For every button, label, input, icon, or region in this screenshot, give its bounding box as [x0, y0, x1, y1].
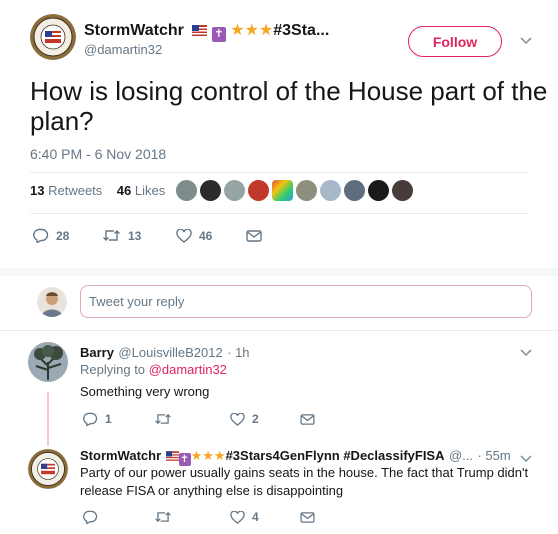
reply-header: Barry @LouisvilleB2012 · 1h	[80, 344, 250, 362]
reply-timestamp[interactable]: · 55m	[477, 448, 510, 463]
avatar[interactable]	[344, 180, 365, 201]
avatar[interactable]	[320, 180, 341, 201]
reply-button[interactable]: 1	[82, 412, 154, 426]
avatar[interactable]	[28, 342, 68, 382]
reply-icon	[83, 510, 98, 524]
us-flag-icon	[165, 451, 179, 461]
direct-message-button[interactable]	[300, 413, 315, 425]
chevron-down-icon[interactable]	[520, 346, 532, 360]
envelope-icon	[300, 511, 315, 523]
replying-to: Replying to @damartin32	[80, 362, 227, 377]
author-handle[interactable]: @damartin32	[84, 42, 162, 57]
reply-author-name[interactable]: StormWatchr	[80, 448, 161, 463]
avatar[interactable]	[224, 180, 245, 201]
reply-text: Party of our power usually gains seats i…	[80, 465, 529, 498]
tweet-text: How is losing control of the House part …	[30, 76, 548, 136]
reply-text: Something very wrong	[80, 384, 210, 399]
section-divider	[0, 268, 558, 276]
reply-author-handle[interactable]: @LouisvilleB2012	[118, 345, 222, 360]
avatar[interactable]	[176, 180, 197, 201]
retweet-button[interactable]	[154, 413, 230, 425]
heart-icon	[176, 228, 192, 243]
reply-author-name[interactable]: Barry	[80, 345, 114, 360]
replying-to-link[interactable]: @damartin32	[149, 362, 227, 377]
reply-author-name-suffix: #3Stars4GenFlynn #DeclassifyFISA	[225, 448, 445, 463]
likes-stat[interactable]: 46 Likes	[117, 183, 165, 198]
reply-button[interactable]: 28	[32, 228, 102, 243]
tweet-timestamp[interactable]: 6:40 PM - 6 Nov 2018	[30, 146, 166, 162]
direct-message-button[interactable]	[300, 511, 315, 523]
reply-button[interactable]	[82, 510, 154, 524]
avatar[interactable]	[272, 180, 293, 201]
like-button[interactable]: 46	[176, 228, 246, 243]
avatar[interactable]	[296, 180, 317, 201]
avatar[interactable]	[28, 449, 68, 489]
retweet-icon	[155, 413, 171, 425]
reply-placeholder: Tweet your reply	[89, 294, 185, 309]
avatar[interactable]	[368, 180, 389, 201]
divider	[30, 213, 528, 214]
latin-cross-icon: ✝	[211, 27, 226, 42]
direct-message-button[interactable]	[246, 229, 262, 242]
us-flag-icon	[192, 25, 208, 36]
star-icon: ★★★	[230, 22, 274, 39]
author-name[interactable]: StormWatchr	[84, 22, 184, 39]
tweet-stats: 13 Retweets 46 Likes	[30, 183, 165, 198]
author-name-suffix: #3Sta...	[273, 22, 330, 39]
reply-icon	[83, 412, 98, 426]
divider	[30, 172, 528, 173]
retweet-icon	[155, 511, 171, 523]
heart-icon	[230, 510, 245, 524]
heart-icon	[230, 412, 245, 426]
retweet-button[interactable]: 13	[102, 229, 176, 243]
avatar[interactable]	[30, 14, 76, 60]
likers-avatars	[176, 180, 413, 201]
retweet-button[interactable]	[154, 511, 230, 523]
tweet-reply-input[interactable]: Tweet your reply	[80, 285, 532, 318]
tweet-actions: 28 13 46	[32, 228, 262, 243]
reply-author-handle[interactable]: @...	[449, 448, 473, 463]
avatar[interactable]	[392, 180, 413, 201]
avatar[interactable]	[200, 180, 221, 201]
chevron-down-icon[interactable]	[520, 34, 532, 48]
reply-timestamp[interactable]: · 1h	[227, 345, 249, 360]
like-button[interactable]: 2	[230, 412, 300, 426]
avatar[interactable]	[248, 180, 269, 201]
author-line[interactable]: StormWatchr ✝ ★★★#3Sta...	[84, 20, 329, 42]
star-icon: ★★★	[190, 448, 226, 463]
retweet-icon	[103, 230, 120, 241]
reply-actions: 1 2	[82, 412, 315, 426]
retweets-stat[interactable]: 13 Retweets	[30, 183, 102, 198]
divider	[0, 330, 558, 331]
envelope-icon	[300, 413, 315, 425]
envelope-icon	[246, 229, 262, 242]
follow-button[interactable]: Follow	[408, 26, 502, 57]
like-button[interactable]: 4	[230, 510, 300, 524]
avatar	[37, 287, 67, 317]
thread-connector	[47, 392, 49, 446]
reply-icon	[33, 228, 49, 243]
reply-actions: 4	[82, 510, 315, 524]
